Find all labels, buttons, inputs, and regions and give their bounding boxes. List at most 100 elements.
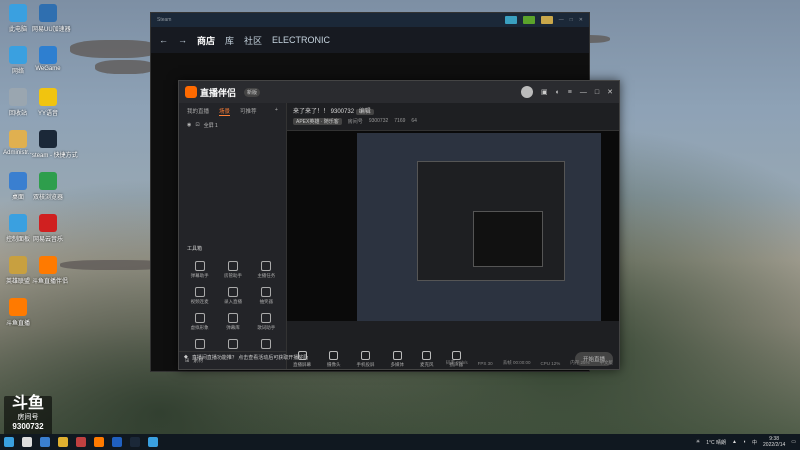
edge-icon[interactable] — [40, 437, 50, 447]
preview-desktop-capture — [357, 133, 601, 321]
app-logo-icon — [185, 86, 197, 98]
live-preview[interactable] — [287, 131, 619, 321]
tool-item[interactable] — [216, 339, 249, 351]
desktop-icon-label: 网络 — [11, 69, 24, 75]
tool-icon — [194, 339, 205, 349]
desktop-icon[interactable]: WeGame — [32, 46, 64, 72]
back-arrow-icon[interactable]: ← — [159, 35, 168, 45]
desktop-icon[interactable]: 桌面 — [2, 172, 34, 201]
skin-icon[interactable]: ◐ — [556, 89, 560, 96]
desktop-icon[interactable]: 网易云音乐 — [32, 214, 64, 243]
tab-recommend[interactable]: 可推荐 — [240, 107, 257, 116]
tool-icon — [261, 313, 272, 323]
volume-icon[interactable]: ◖ — [743, 439, 746, 445]
douyu-taskbar-icon[interactable] — [94, 437, 104, 447]
live-notice[interactable]: ◆ 直播间直播功能推？ 点击查看活动后可获取开播奖励 — [178, 352, 508, 362]
steam-friends-icon[interactable] — [522, 16, 535, 24]
notification-icon[interactable]: ▭ — [791, 439, 796, 445]
menu-icon[interactable]: ≡ — [568, 89, 572, 96]
desktop-app-icon — [9, 4, 27, 22]
start-icon[interactable] — [4, 437, 14, 447]
desktop-icon[interactable]: 回收站 — [2, 88, 34, 117]
forward-arrow-icon[interactable]: → — [178, 35, 187, 45]
steam-nav-library[interactable]: 库 — [225, 34, 234, 47]
tool-label: 录入直播 — [223, 299, 242, 304]
tool-item[interactable]: 房管助手 — [216, 261, 249, 279]
minimize-icon[interactable]: — — [580, 89, 587, 96]
app2-taskbar-icon[interactable] — [148, 437, 158, 447]
lock-icon[interactable]: ⊡ — [195, 122, 199, 129]
tool-item[interactable]: 抽奖器 — [250, 287, 283, 305]
steam-nav-community[interactable]: 社区 — [244, 34, 262, 47]
scene-item[interactable]: ◉ ⊡ 全屏 1 — [179, 120, 286, 131]
status-item: 内存 25% — [570, 360, 590, 365]
room-info: 来了来了！！ 9300732 编辑 APEX英雄 · 随乐客 房间号 93007… — [287, 103, 619, 131]
steam-nav-store[interactable]: 商店 — [197, 34, 215, 47]
desktop-icon-label: 桌面 — [11, 195, 24, 201]
user-avatar[interactable] — [520, 86, 533, 98]
desktop-icon[interactable]: 控制面板 — [2, 214, 34, 243]
room-title: 来了来了！！ 9300732 — [293, 109, 355, 115]
tool-item[interactable]: 弹幕助手 — [183, 261, 216, 279]
status-item: CPU 12% — [540, 360, 561, 366]
tool-item[interactable] — [183, 339, 216, 351]
room-edit-button[interactable]: 编辑 — [355, 109, 374, 115]
category-tag[interactable]: APEX英雄 · 随乐客 — [293, 118, 342, 125]
desktop-icon[interactable]: Administr... — [2, 130, 34, 156]
steam-close-icon[interactable]: ✕ — [579, 17, 583, 23]
search-icon[interactable] — [22, 437, 32, 447]
steam-nav-profile[interactable]: ELECTRONIC — [272, 35, 330, 45]
tool-item[interactable] — [250, 339, 283, 351]
sidebar-tabs: 我的直播 场景 可推荐 + — [179, 103, 286, 120]
tool-icon — [194, 313, 205, 323]
close-icon[interactable]: ✕ — [607, 88, 613, 96]
tab-scene[interactable]: 场景 — [219, 107, 231, 116]
desktop-icon-label: steam - 快捷方式 — [32, 153, 78, 159]
maximize-icon[interactable]: □ — [595, 89, 599, 96]
weather-text[interactable]: 1°C 晴朗 — [706, 439, 726, 446]
desktop-app-icon — [39, 88, 57, 106]
language-indicator[interactable]: 中 — [752, 439, 757, 446]
add-scene-icon[interactable]: + — [275, 107, 278, 116]
desktop-icon[interactable]: 斗鱼直播 — [2, 298, 34, 327]
desktop-icon[interactable]: 英雄联盟 — [2, 256, 34, 285]
wallpaper-rock — [70, 40, 160, 58]
tool-item[interactable]: 视频连麦 — [183, 287, 216, 305]
stream-app-window[interactable]: 直播伴侣 新版 ▣ ◐ ≡ — □ ✕ 我的直播 场景 可推荐 + ◉ ⊡ 全屏… — [178, 80, 620, 370]
steam-titlebar[interactable]: Steam — □ ✕ — [151, 13, 589, 27]
tool-item[interactable]: 主播任务 — [250, 261, 283, 279]
desktop-icon[interactable]: 此电脑 — [2, 4, 34, 33]
tool-item[interactable]: 虚拟形象 — [183, 313, 216, 331]
file-explorer-icon[interactable] — [58, 437, 68, 447]
system-tray: ☀ 1°C 晴朗 ▲ ◖ 中 9:38 2022/2/14 ▭ — [696, 436, 796, 448]
tab-my-live[interactable]: 我的直播 — [187, 107, 209, 116]
steam-notify-icon[interactable] — [504, 16, 517, 24]
eye-icon[interactable]: ◉ — [187, 122, 191, 129]
app-taskbar-icon[interactable] — [112, 437, 122, 447]
desktop-app-icon — [39, 256, 57, 274]
desktop-icon-label: 斗鱼直播 — [5, 321, 30, 327]
office-icon[interactable] — [76, 437, 86, 447]
desktop-app-icon — [39, 172, 57, 190]
version-badge[interactable]: 新版 — [244, 87, 261, 97]
message-icon[interactable]: ▣ — [541, 88, 548, 96]
tool-item[interactable]: 弹幕库 — [216, 313, 249, 331]
steam-maximize-icon[interactable]: □ — [570, 17, 573, 23]
app-sidebar: 我的直播 场景 可推荐 + ◉ ⊡ 全屏 1 工具箱 弹幕助手 房管助手 主播任务视… — [179, 103, 287, 369]
steam-avatar-icon[interactable] — [540, 16, 553, 24]
desktop-icon[interactable]: 双核浏览器 — [32, 172, 64, 201]
desktop-icon[interactable]: steam - 快捷方式 — [32, 130, 78, 159]
desktop-icon[interactable]: YY语音 — [32, 88, 64, 117]
tool-icon — [194, 287, 205, 297]
tool-item[interactable]: 歌词助手 — [250, 313, 283, 331]
clock[interactable]: 9:38 2022/2/14 — [763, 436, 785, 448]
desktop-icon[interactable]: 网络 — [2, 46, 34, 75]
tool-item[interactable]: 录入直播 — [216, 287, 249, 305]
network-icon[interactable]: ▲ — [732, 439, 737, 445]
desktop-icon-label: Administr... — [3, 150, 33, 156]
desktop-icon[interactable]: 网易UU加速器 — [32, 4, 71, 33]
desktop-icon[interactable]: 斗鱼直播伴侣 — [32, 256, 68, 285]
steam-taskbar-icon[interactable] — [130, 437, 140, 447]
steam-minimize-icon[interactable]: — — [559, 17, 564, 23]
desktop-icon-label: WeGame — [35, 66, 61, 72]
